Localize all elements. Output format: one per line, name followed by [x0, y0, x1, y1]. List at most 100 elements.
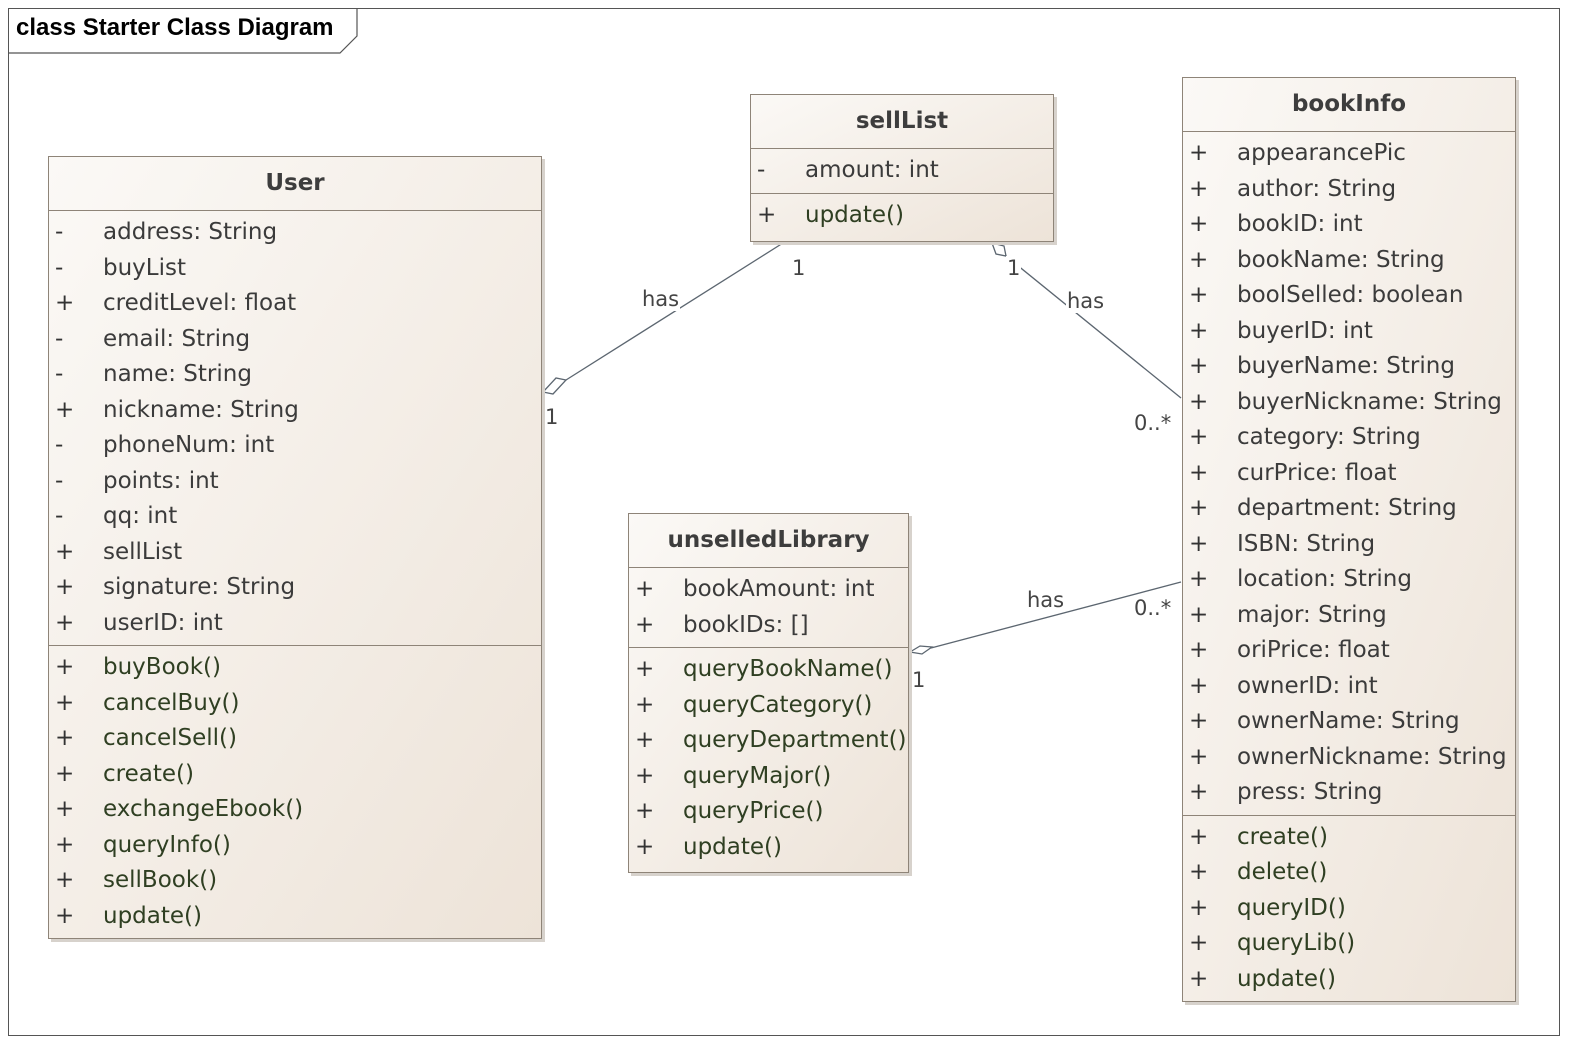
operation[interactable]: + update(): [1183, 962, 1515, 998]
operation[interactable]: + queryID(): [1183, 891, 1515, 927]
operation[interactable]: + cancelSell(): [49, 721, 541, 757]
visibility-marker: +: [635, 656, 655, 682]
class-user[interactable]: User - address: String - buyList + creditLe…: [48, 156, 542, 939]
operation-text: queryBookName(): [683, 656, 893, 682]
visibility-marker: +: [55, 867, 75, 893]
operation[interactable]: + cancelBuy(): [49, 686, 541, 722]
attribute[interactable]: + author: String: [1183, 172, 1515, 208]
operations-compartment: + queryBookName() + queryCategory() + query…: [629, 648, 908, 869]
class-sell-list[interactable]: sellList - amount: int + update(): [750, 94, 1054, 242]
operation[interactable]: + queryInfo(): [49, 828, 541, 864]
operation[interactable]: + queryLib(): [1183, 926, 1515, 962]
attribute[interactable]: - amount: int: [751, 153, 1053, 189]
operations-compartment: + create() + delete() + queryID() + queryLib…: [1183, 816, 1515, 1002]
attribute[interactable]: + signature: String: [49, 570, 541, 606]
operation[interactable]: + buyBook(): [49, 650, 541, 686]
operation[interactable]: + create(): [49, 757, 541, 793]
attributes-compartment: - address: String - buyList + creditLevel: …: [49, 211, 541, 646]
attribute[interactable]: + department: String: [1183, 491, 1515, 527]
attribute-text: location: String: [1237, 566, 1412, 592]
attribute[interactable]: - address: String: [49, 215, 541, 251]
attribute[interactable]: + major: String: [1183, 598, 1515, 634]
attribute[interactable]: + userID: int: [49, 606, 541, 642]
attribute[interactable]: + curPrice: float: [1183, 456, 1515, 492]
attribute[interactable]: + bookAmount: int: [629, 572, 908, 608]
visibility-marker: +: [55, 725, 75, 751]
class-name: User: [49, 157, 541, 211]
visibility-marker: +: [55, 831, 75, 858]
operation[interactable]: + queryPrice(): [629, 794, 908, 830]
attribute-text: bookIDs: []: [683, 611, 809, 638]
association-user-selllist[interactable]: [541, 242, 784, 395]
attribute[interactable]: + press: String: [1183, 775, 1515, 811]
class-unselled-library[interactable]: unselledLibrary + bookAmount: int + bookID…: [628, 513, 909, 873]
visibility-marker: +: [55, 760, 75, 787]
attribute[interactable]: - buyList: [49, 251, 541, 287]
visibility-marker: +: [635, 727, 655, 753]
attribute[interactable]: - qq: int: [49, 499, 541, 535]
attribute-text: ownerName: String: [1237, 708, 1460, 734]
multiplicity-label: 0..*: [1133, 411, 1173, 435]
operation[interactable]: + queryCategory(): [629, 688, 908, 724]
attribute[interactable]: + location: String: [1183, 562, 1515, 598]
visibility-marker: +: [1189, 566, 1209, 592]
attribute-text: creditLevel: float: [103, 290, 297, 316]
attribute[interactable]: + bookID: int: [1183, 207, 1515, 243]
attribute-text: bookID: int: [1237, 211, 1363, 237]
attribute[interactable]: + buyerID: int: [1183, 314, 1515, 350]
operation[interactable]: + queryMajor(): [629, 759, 908, 795]
attribute[interactable]: + oriPrice: float: [1183, 633, 1515, 669]
operation[interactable]: + queryBookName(): [629, 652, 908, 688]
attribute[interactable]: + ownerID: int: [1183, 669, 1515, 705]
attribute[interactable]: + bookIDs: []: [629, 608, 908, 644]
visibility-marker: +: [55, 574, 75, 600]
attribute[interactable]: - phoneNum: int: [49, 428, 541, 464]
class-name: bookInfo: [1183, 78, 1515, 132]
attribute[interactable]: + appearancePic: [1183, 136, 1515, 172]
class-name: unselledLibrary: [629, 514, 908, 568]
visibility-marker: +: [1189, 894, 1209, 921]
attribute[interactable]: + ownerNickname: String: [1183, 740, 1515, 776]
visibility-marker: +: [1189, 388, 1209, 415]
visibility-marker: -: [55, 432, 64, 458]
operation[interactable]: + create(): [1183, 820, 1515, 856]
attribute[interactable]: + bookName: String: [1183, 243, 1515, 279]
operations-compartment: + update(): [751, 194, 1053, 238]
attribute[interactable]: + creditLevel: float: [49, 286, 541, 322]
attribute[interactable]: + boolSelled: boolean: [1183, 278, 1515, 314]
operation[interactable]: + update(): [49, 899, 541, 935]
attribute[interactable]: + sellList: [49, 535, 541, 571]
operation[interactable]: + update(): [751, 198, 1053, 234]
attribute[interactable]: + buyerNickname: String: [1183, 385, 1515, 421]
attribute[interactable]: - email: String: [49, 322, 541, 358]
attribute[interactable]: - name: String: [49, 357, 541, 393]
attribute[interactable]: + ISBN: String: [1183, 527, 1515, 563]
operation-text: queryPrice(): [683, 798, 824, 824]
operations-compartment: + buyBook() + cancelBuy() + cancelSell() + c…: [49, 646, 541, 938]
visibility-marker: +: [1189, 530, 1209, 557]
association-label-has: has: [1026, 588, 1066, 612]
operation[interactable]: + queryDepartment(): [629, 723, 908, 759]
visibility-marker: +: [1189, 859, 1209, 885]
visibility-marker: +: [757, 201, 777, 228]
operation[interactable]: + update(): [629, 830, 908, 866]
visibility-marker: -: [55, 503, 64, 529]
attribute[interactable]: + buyerName: String: [1183, 349, 1515, 385]
operation[interactable]: + exchangeEbook(): [49, 792, 541, 828]
attribute[interactable]: - points: int: [49, 464, 541, 500]
operation-text: exchangeEbook(): [103, 796, 304, 822]
attribute[interactable]: + ownerName: String: [1183, 704, 1515, 740]
attribute-text: department: String: [1237, 495, 1457, 521]
attribute-text: signature: String: [103, 574, 296, 600]
association-label-has: has: [641, 287, 681, 311]
operation-text: delete(): [1237, 859, 1328, 885]
operation[interactable]: + delete(): [1183, 855, 1515, 891]
operation[interactable]: + sellBook(): [49, 863, 541, 899]
attribute[interactable]: + category: String: [1183, 420, 1515, 456]
visibility-marker: +: [635, 798, 655, 824]
class-book-info[interactable]: bookInfo + appearancePic + author: String …: [1182, 77, 1516, 1002]
visibility-marker: +: [635, 833, 655, 860]
visibility-marker: +: [1189, 779, 1209, 805]
attribute[interactable]: + nickname: String: [49, 393, 541, 429]
visibility-marker: -: [55, 219, 64, 245]
